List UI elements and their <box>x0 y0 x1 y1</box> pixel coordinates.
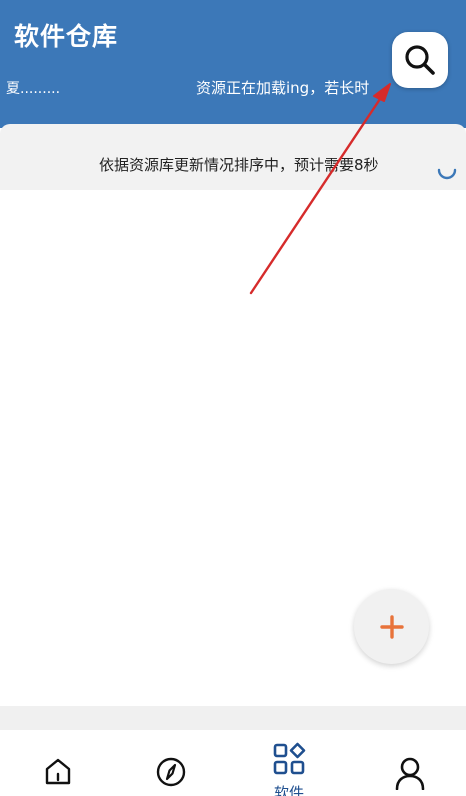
person-icon <box>395 757 425 790</box>
marquee-text-left: 夏......... <box>6 81 61 97</box>
bottom-divider <box>0 706 466 730</box>
nav-item-home[interactable] <box>0 730 116 796</box>
plus-icon <box>379 614 404 639</box>
bottom-navigation: 软件 <box>0 730 466 796</box>
header: 软件仓库 夏......... 资源正在加载ing，若长时 <box>0 0 466 128</box>
loading-spinner-icon <box>437 168 457 180</box>
apps-grid-icon <box>273 742 306 775</box>
nav-item-software[interactable]: 软件 <box>231 730 347 796</box>
app-screen: 软件仓库 夏......... 资源正在加载ing，若长时 依据资源库更新情况排… <box>0 0 466 796</box>
compass-icon <box>156 757 186 787</box>
search-icon <box>405 45 435 75</box>
nav-item-profile[interactable] <box>352 730 466 796</box>
page-title: 软件仓库 <box>14 22 119 51</box>
home-icon <box>45 758 71 785</box>
search-button[interactable] <box>392 32 448 88</box>
sorting-status-text: 依据资源库更新情况排序中，预计需要8秒 <box>99 156 379 174</box>
marquee-text-right: 资源正在加载ing，若长时 <box>196 79 370 97</box>
nav-item-discover[interactable] <box>113 730 229 796</box>
nav-label-software: 软件 <box>273 784 304 796</box>
sorting-status-bar: 依据资源库更新情况排序中，预计需要8秒 <box>0 124 466 190</box>
add-button[interactable] <box>354 589 429 664</box>
